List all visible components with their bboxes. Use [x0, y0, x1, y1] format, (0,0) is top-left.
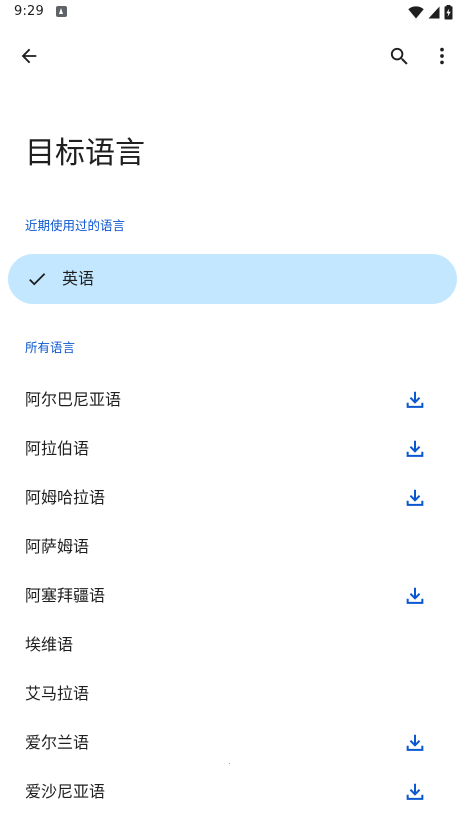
- status-time: 9:29: [14, 4, 44, 19]
- language-item[interactable]: 爱沙尼亚语: [0, 768, 465, 817]
- language-item[interactable]: 爱尔兰语: [0, 719, 465, 768]
- status-bar: 9:29: [0, 0, 465, 26]
- language-label: 阿尔巴尼亚语: [25, 390, 122, 409]
- language-label: 爱沙尼亚语: [25, 782, 106, 801]
- language-item[interactable]: 阿塞拜疆语: [0, 572, 465, 621]
- language-list: 阿尔巴尼亚语 阿拉伯语 阿姆哈拉语 阿萨姆语 阿塞拜疆语 埃维语 艾马拉语 爱尔…: [0, 376, 465, 817]
- download-icon[interactable]: [404, 438, 426, 460]
- page-title: 目标语言: [25, 136, 145, 171]
- more-options-button[interactable]: [422, 38, 462, 78]
- recent-language-item-selected[interactable]: 英语: [8, 254, 457, 304]
- download-icon[interactable]: [404, 585, 426, 607]
- language-label: 阿萨姆语: [25, 537, 90, 556]
- download-icon[interactable]: [404, 487, 426, 509]
- language-label: 艾马拉语: [25, 684, 90, 703]
- search-icon: [388, 45, 411, 72]
- download-icon[interactable]: [404, 732, 426, 754]
- back-arrow-icon: [18, 45, 40, 71]
- language-item[interactable]: 艾马拉语: [0, 670, 465, 719]
- language-label: 爱尔兰语: [25, 733, 90, 752]
- signal-icon: [428, 6, 440, 19]
- battery-charging-icon: [444, 4, 453, 20]
- more-vert-icon: [431, 45, 453, 71]
- language-label: 埃维语: [25, 635, 74, 654]
- language-label: 阿拉伯语: [25, 439, 90, 458]
- language-item[interactable]: 阿姆哈拉语: [0, 474, 465, 523]
- language-item[interactable]: 埃维语: [0, 621, 465, 670]
- language-label: 阿姆哈拉语: [25, 488, 106, 507]
- check-icon: [26, 268, 48, 290]
- recent-language-label: 英语: [62, 269, 95, 288]
- recent-languages-header: 近期使用过的语言: [25, 218, 126, 233]
- status-icons: [408, 4, 453, 20]
- download-icon[interactable]: [404, 389, 426, 411]
- divider-dot: [229, 763, 230, 764]
- all-languages-header: 所有语言: [25, 340, 76, 355]
- search-button[interactable]: [379, 38, 419, 78]
- wifi-icon: [408, 5, 424, 19]
- a-notification-icon: [56, 6, 67, 17]
- language-item[interactable]: 阿拉伯语: [0, 425, 465, 474]
- back-button[interactable]: [9, 38, 49, 78]
- language-item[interactable]: 阿尔巴尼亚语: [0, 376, 465, 425]
- language-item[interactable]: 阿萨姆语: [0, 523, 465, 572]
- download-icon[interactable]: [404, 781, 426, 803]
- language-label: 阿塞拜疆语: [25, 586, 106, 605]
- app-bar: [0, 34, 465, 82]
